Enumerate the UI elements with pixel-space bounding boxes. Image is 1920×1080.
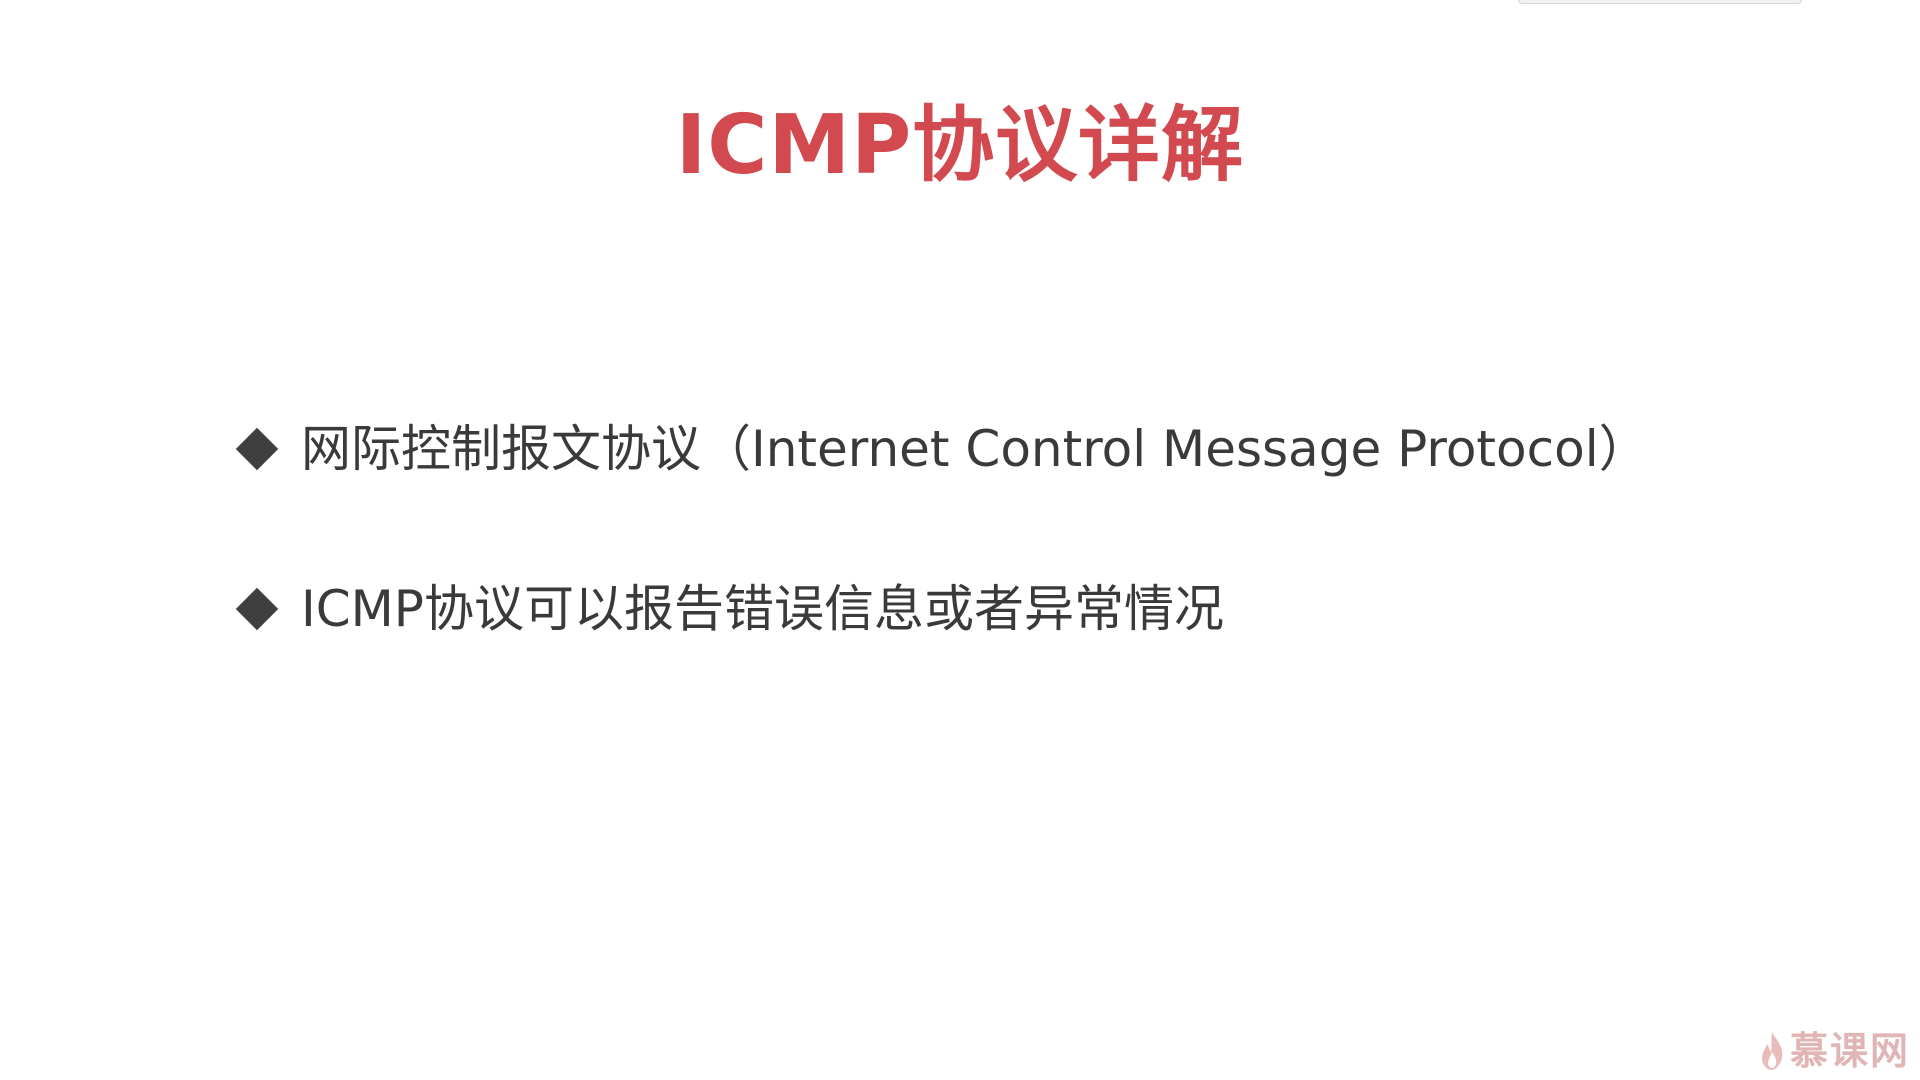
slide: ICMP协议详解 网际控制报文协议（Internet Control Messa… xyxy=(0,0,1920,1080)
top-edge-tab xyxy=(1518,0,1802,4)
watermark-text: 慕课网 xyxy=(1789,1029,1910,1073)
slide-title: ICMP协议详解 xyxy=(675,98,1245,193)
diamond-bullet-icon xyxy=(235,427,279,471)
flame-icon xyxy=(1761,1032,1783,1070)
bullet-item: 网际控制报文协议（Internet Control Message Protoc… xyxy=(234,417,1649,481)
bullet-text: 网际控制报文协议（Internet Control Message Protoc… xyxy=(301,420,1649,478)
bullet-item: ICMP协议可以报告错误信息或者异常情况 xyxy=(234,577,1224,641)
watermark-logo: 慕课网 xyxy=(1758,1026,1910,1076)
diamond-bullet-icon xyxy=(235,587,279,631)
bullet-text: ICMP协议可以报告错误信息或者异常情况 xyxy=(301,580,1224,638)
